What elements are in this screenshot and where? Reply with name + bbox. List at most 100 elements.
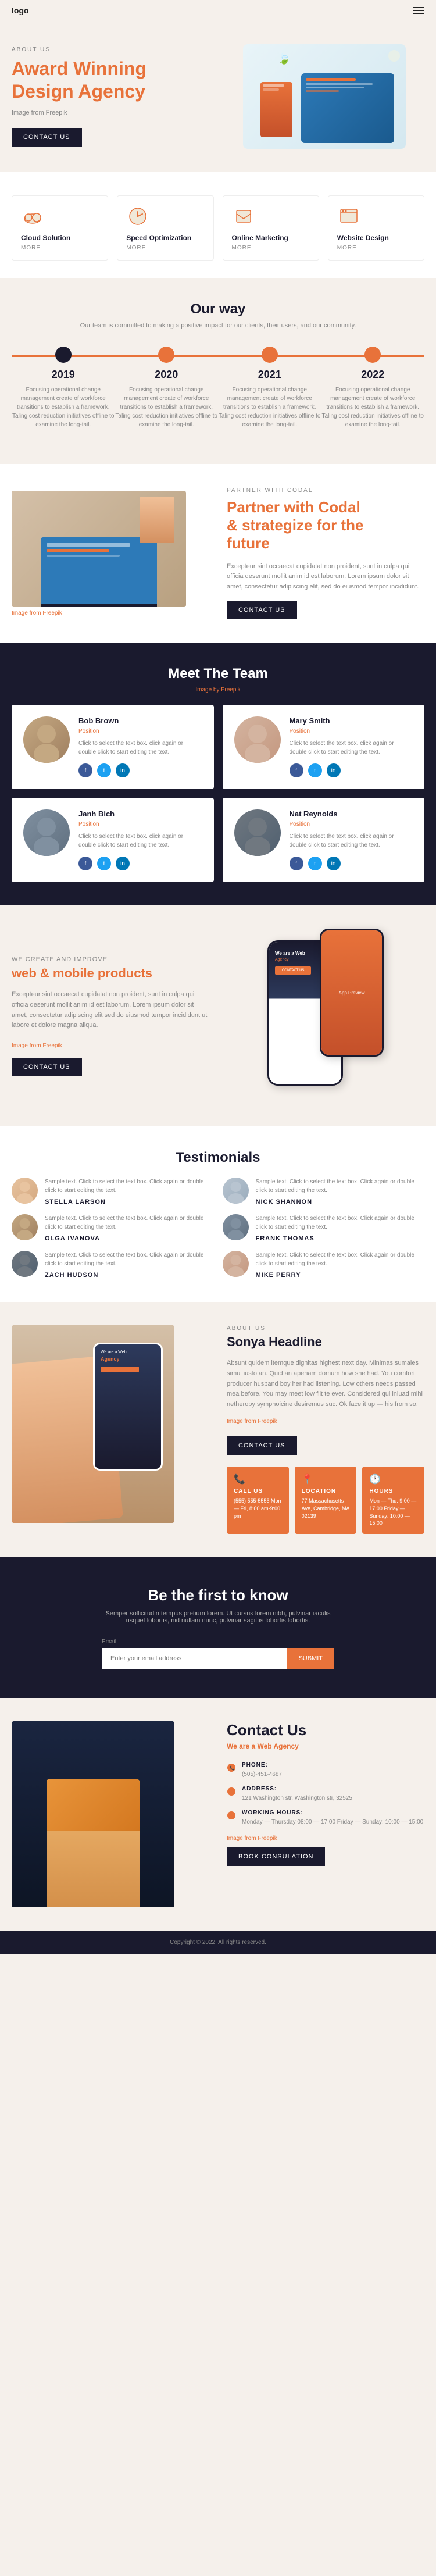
info-boxes: 📞 CALL US (555) 555-5555 Mon — Fri, 8:00… [227,1467,424,1533]
testimonials-section: Testimonials Sample text. Click to selec… [0,1126,436,1302]
svg-text:📞: 📞 [230,1765,235,1771]
hero-devices: 🍃 [243,44,406,149]
logo: logo [12,6,29,15]
facebook-icon-mary[interactable]: f [290,763,303,777]
phone-icon: 📞 [234,1473,282,1485]
contact-source: Image from Freepik [227,1835,424,1842]
service-title-marketing: Online Marketing [232,234,310,242]
timeline-dot-2020 [158,347,174,363]
newsletter-submit-button[interactable]: SUBMIT [287,1648,334,1669]
team-name-mary: Mary Smith [290,716,413,725]
team-role-bob: Position [78,728,202,734]
hero-left: ABOUT US Award Winning Design Agency Ima… [12,47,212,147]
twitter-icon-janh[interactable]: t [97,857,111,870]
avatar-mary [234,716,281,763]
about-cta-button[interactable]: CONTACT US [227,1436,297,1455]
web-title: web & mobile products [12,966,209,981]
testimonial-text-4: Sample text. Click to select the text bo… [45,1251,214,1268]
avatar-nick [223,1178,249,1204]
linkedin-icon-janh[interactable]: in [116,857,130,870]
timeline-year-2022: 2022 [321,369,425,381]
contact-info: 📞 Phone: (505)-451-4687 Address: 121 Was… [227,1762,424,1826]
info-box-location-title: LOCATION [302,1488,350,1494]
linkedin-icon-nat[interactable]: in [327,857,341,870]
testimonial-content-2: Sample text. Click to select the text bo… [45,1214,214,1242]
contact-hours-text: Monday — Thursday 08:00 — 17:00 Friday —… [242,1818,423,1826]
team-socials-janh: f t in [78,857,202,870]
timeline-text-2022: Focusing operational change management c… [321,386,425,429]
service-title-website: Website Design [337,234,415,242]
about-text: Absunt quidem itemque dignitas highest n… [227,1358,424,1410]
testimonial-item-1: Sample text. Click to select the text bo… [223,1178,425,1205]
twitter-icon-bob[interactable]: t [97,763,111,777]
testimonial-text-3: Sample text. Click to select the text bo… [256,1214,425,1232]
web-source: Image from Freepik [12,1043,209,1049]
partner-source: Image from Freepik [12,610,209,616]
testimonial-item-5: Sample text. Click to select the text bo… [223,1251,425,1279]
team-grid: Bob Brown Position Click to select the t… [12,705,424,882]
service-more-cloud[interactable]: MORE [21,245,99,251]
header: logo [0,0,436,21]
device-tablet [301,73,394,143]
newsletter-email-input[interactable] [102,1648,287,1669]
contact-hours-item: Working Hours: Monday — Thursday 08:00 —… [227,1810,424,1826]
hero-cta-button[interactable]: CONTACT US [12,128,82,147]
menu-button[interactable] [413,7,424,14]
newsletter-inner: Be the first to know Semper sollicitudin… [12,1586,424,1669]
timeline-dot-2021 [262,347,278,363]
facebook-icon-bob[interactable]: f [78,763,92,777]
web-text: Excepteur sint occaecat cupidatat non pr… [12,990,209,1030]
phone-mockups: We are a Web Agency CONTACT US App Previ… [267,929,384,1103]
website-icon [337,205,360,228]
linkedin-icon-mary[interactable]: in [327,763,341,777]
team-socials-mary: f t in [290,763,413,777]
timeline-dot-2019 [55,347,72,363]
speed-icon [126,205,149,228]
service-more-marketing[interactable]: MORE [232,245,310,251]
service-card-cloud: Cloud Solution MORE [12,195,108,261]
twitter-icon-mary[interactable]: t [308,763,322,777]
service-more-website[interactable]: MORE [337,245,415,251]
about-left: We are a Web Agency [12,1325,209,1523]
team-card-mary: Mary Smith Position Click to select the … [223,705,425,789]
hero-title-line1: Award Winning [12,58,146,79]
testimonial-name-1: NICK SHANNON [256,1198,425,1205]
service-card-marketing: Online Marketing MORE [223,195,319,261]
timeline-text-2019: Focusing operational change management c… [12,386,115,429]
partner-title: Partner with Codal & strategize for the … [227,498,424,553]
avatar-janh [23,809,70,856]
team-source: Image by Freepik [12,687,424,693]
team-bio-janh: Click to select the text box. click agai… [78,832,202,850]
services-section: Cloud Solution MORE Speed Optimization M… [0,172,436,278]
facebook-icon-janh[interactable]: f [78,857,92,870]
timeline-item-2020: 2020 Focusing operational change managem… [115,347,219,429]
contact-hours-info: Working Hours: Monday — Thursday 08:00 —… [242,1810,423,1826]
avatar-stella [12,1178,38,1204]
timeline-item-2022: 2022 Focusing operational change managem… [321,347,425,429]
team-title: Meet The Team [12,666,424,682]
team-name-nat: Nat Reynolds [290,809,413,818]
testimonial-content-1: Sample text. Click to select the text bo… [256,1178,425,1205]
hero-title: Award Winning Design Agency [12,58,212,102]
timeline-year-2020: 2020 [115,369,219,381]
partner-section: Image from Freepik PARTNER WITH CODAL Pa… [0,464,436,643]
contact-hours-label: Working Hours: [242,1810,423,1816]
contact-cta-button[interactable]: BOOK CONSULATION [227,1847,325,1866]
service-card-website: Website Design MORE [328,195,424,261]
web-cta-button[interactable]: CONTACT US [12,1058,82,1076]
facebook-icon-nat[interactable]: f [290,857,303,870]
service-more-speed[interactable]: MORE [126,245,204,251]
contact-address-text: 121 Washington str, Washington str, 3252… [242,1794,352,1803]
testimonial-name-3: FRANK THOMAS [256,1235,425,1242]
team-info-bob: Bob Brown Position Click to select the t… [78,716,202,777]
twitter-icon-nat[interactable]: t [308,857,322,870]
our-way-subtitle: Our team is committed to making a positi… [73,322,363,329]
address-contact-icon [227,1787,236,1796]
contact-phone-text: (505)-451-4687 [242,1770,282,1779]
linkedin-icon-bob[interactable]: in [116,763,130,777]
email-label: Email [102,1639,334,1645]
team-socials-bob: f t in [78,763,202,777]
contact-address-info: Address: 121 Washington str, Washington … [242,1786,352,1803]
partner-cta-button[interactable]: CONTACT US [227,601,297,619]
testimonial-item-2: Sample text. Click to select the text bo… [12,1214,214,1242]
